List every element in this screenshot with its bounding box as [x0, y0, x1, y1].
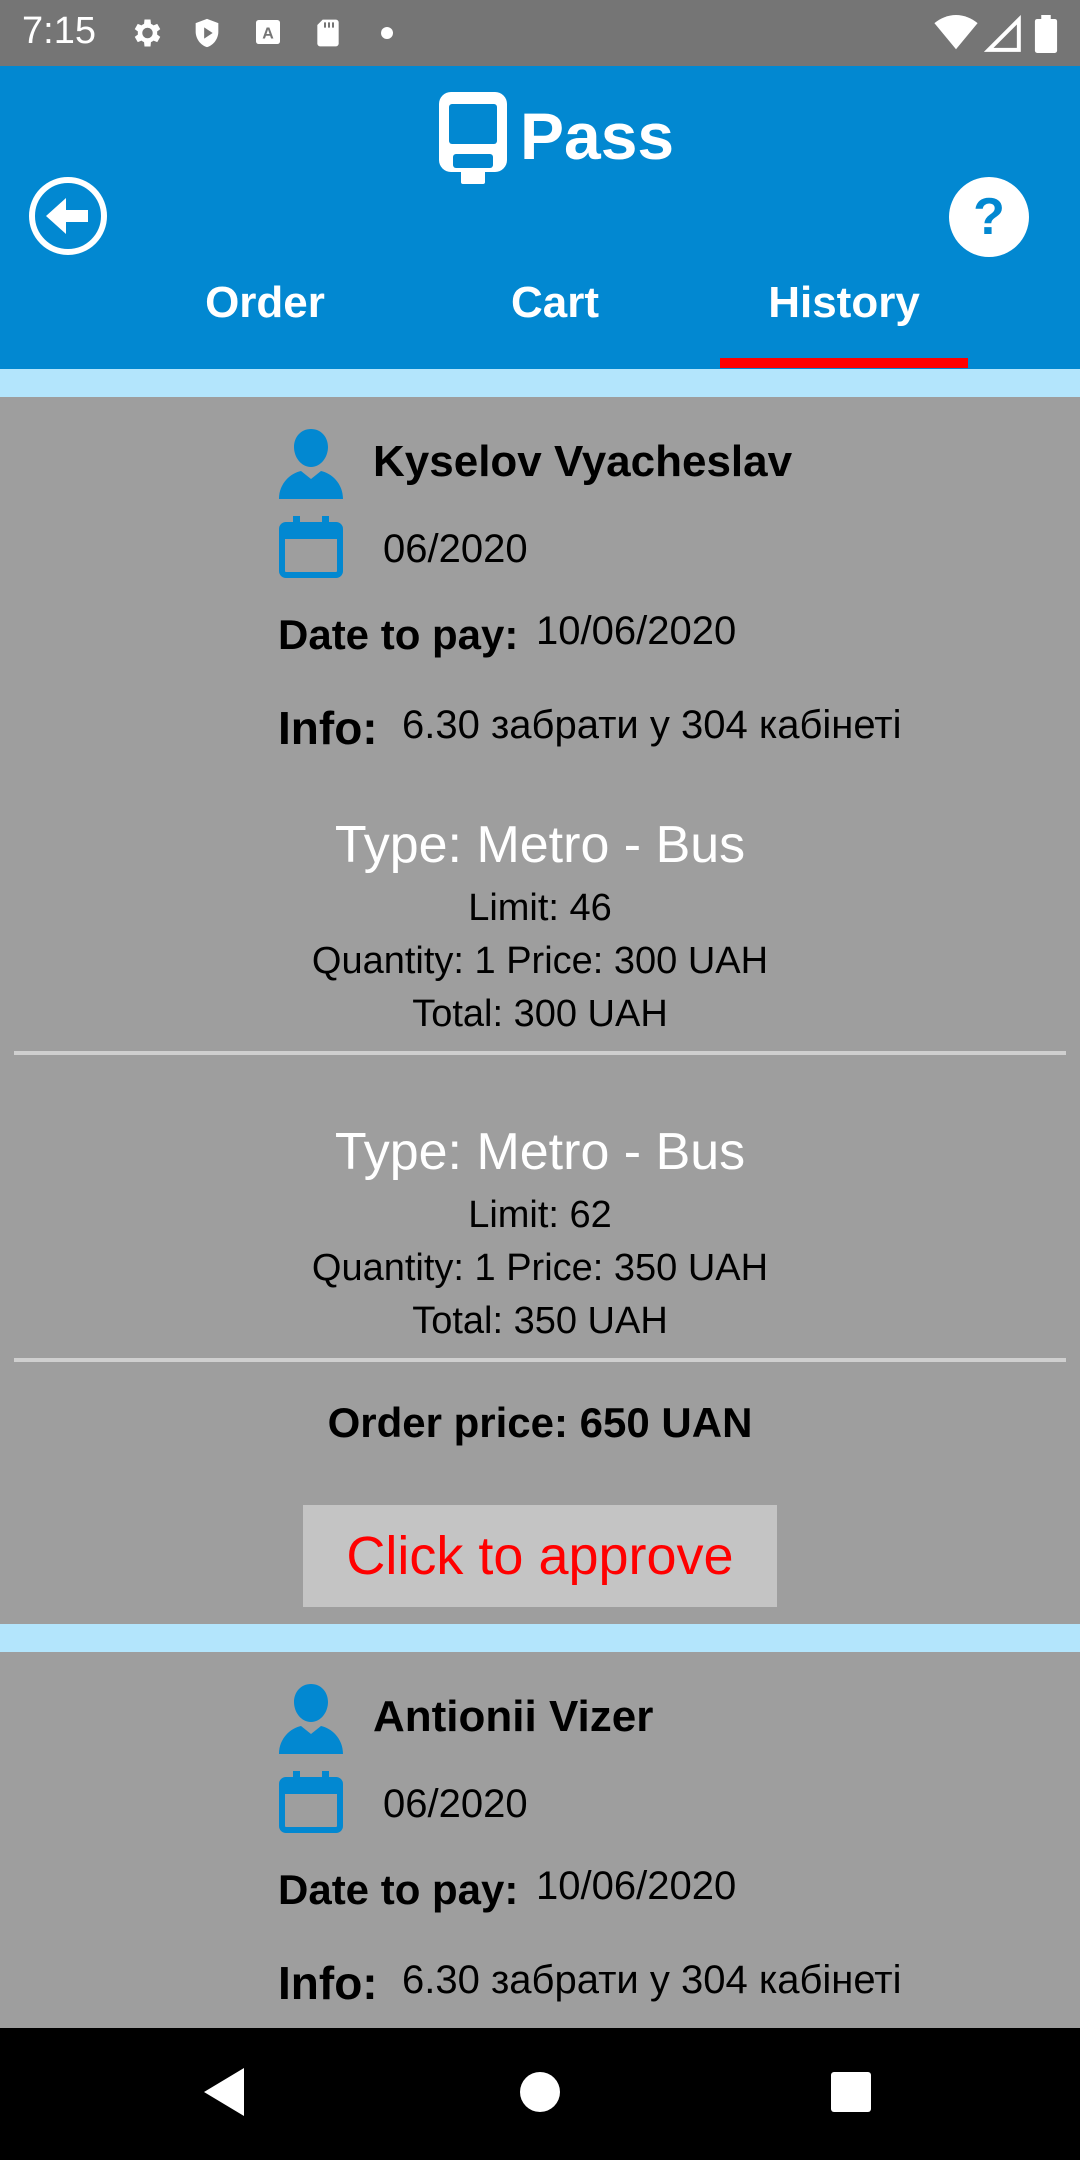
date-to-pay-value: 10/06/2020: [536, 1864, 737, 1908]
calendar-icon: [279, 1771, 343, 1833]
ticket-quantity-price: Quantity: 1 Price: 300 UAH: [311, 940, 769, 982]
signal-icon: [984, 15, 1021, 52]
approve-button[interactable]: Click to approve: [303, 1505, 777, 1607]
info-value: 6.30 забрати у 304 кабінеті: [402, 703, 902, 747]
status-bar: 7:15 A: [0, 0, 1080, 66]
ticket-limit: Limit: 62: [468, 1194, 612, 1236]
order-period: 06/2020: [383, 527, 528, 571]
card-separator: [0, 369, 1080, 397]
ticket-total: Total: 350 UAH: [412, 1300, 668, 1342]
home-circle-icon[interactable]: [518, 2064, 562, 2120]
ticket-limit: Limit: 46: [468, 887, 612, 929]
tab-indicator: [720, 358, 968, 368]
tab-history[interactable]: History: [720, 278, 968, 328]
ticket-type: Type: Metro - Bus: [334, 1123, 746, 1181]
date-to-pay-value: 10/06/2020: [536, 609, 737, 653]
person-icon: [279, 1684, 343, 1754]
customer-name: Kyselov Vyacheslav: [373, 437, 793, 486]
tab-cart[interactable]: Cart: [465, 278, 645, 328]
ticket-type: Type: Metro - Bus: [334, 816, 746, 874]
item-divider: [14, 1358, 1066, 1362]
tab-order[interactable]: Order: [175, 278, 355, 328]
recents-square-icon[interactable]: [828, 2064, 874, 2120]
bus-icon: [439, 92, 507, 184]
ticket-quantity-price: Quantity: 1 Price: 350 UAH: [311, 1247, 769, 1289]
back-arrow-icon[interactable]: [28, 176, 108, 256]
info-label: Info:: [278, 1957, 378, 2009]
date-to-pay-label: Date to pay:: [278, 1866, 519, 1913]
order-card: Antionii Vizer 06/2020 Date to pay: 10/0…: [0, 1652, 1080, 2028]
date-to-pay-label: Date to pay:: [278, 611, 519, 658]
keyboard-a-icon: A: [256, 20, 280, 44]
order-period: 06/2020: [383, 1782, 528, 1826]
settings-icon: [134, 19, 161, 47]
calendar-icon: [279, 516, 343, 578]
info-value: 6.30 забрати у 304 кабінеті: [402, 1958, 902, 2002]
app-title: Pass: [520, 99, 675, 173]
sd-card-icon: [317, 19, 339, 47]
order-price: Order price: 650 UAN: [327, 1399, 753, 1446]
card-separator: [0, 1624, 1080, 1652]
battery-icon: [1034, 15, 1058, 53]
ticket-total: Total: 300 UAH: [412, 993, 668, 1035]
customer-name: Antionii Vizer: [373, 1692, 654, 1741]
system-nav-bar: [0, 2028, 1080, 2160]
app-header: Pass ? Order Cart History: [0, 66, 1080, 369]
status-time: 7:15: [22, 10, 96, 52]
order-card: Kyselov Vyacheslav 06/2020 Date to pay: …: [0, 397, 1080, 1624]
person-icon: [279, 429, 343, 499]
svg-text:?: ?: [973, 188, 1005, 246]
wifi-icon: [934, 15, 978, 50]
help-question-icon[interactable]: ?: [948, 176, 1030, 258]
dot-icon: [381, 27, 393, 39]
svg-text:A: A: [262, 26, 274, 43]
back-triangle-icon[interactable]: [198, 2064, 250, 2120]
info-label: Info:: [278, 702, 378, 754]
shield-icon: [195, 18, 219, 48]
item-divider: [14, 1051, 1066, 1055]
